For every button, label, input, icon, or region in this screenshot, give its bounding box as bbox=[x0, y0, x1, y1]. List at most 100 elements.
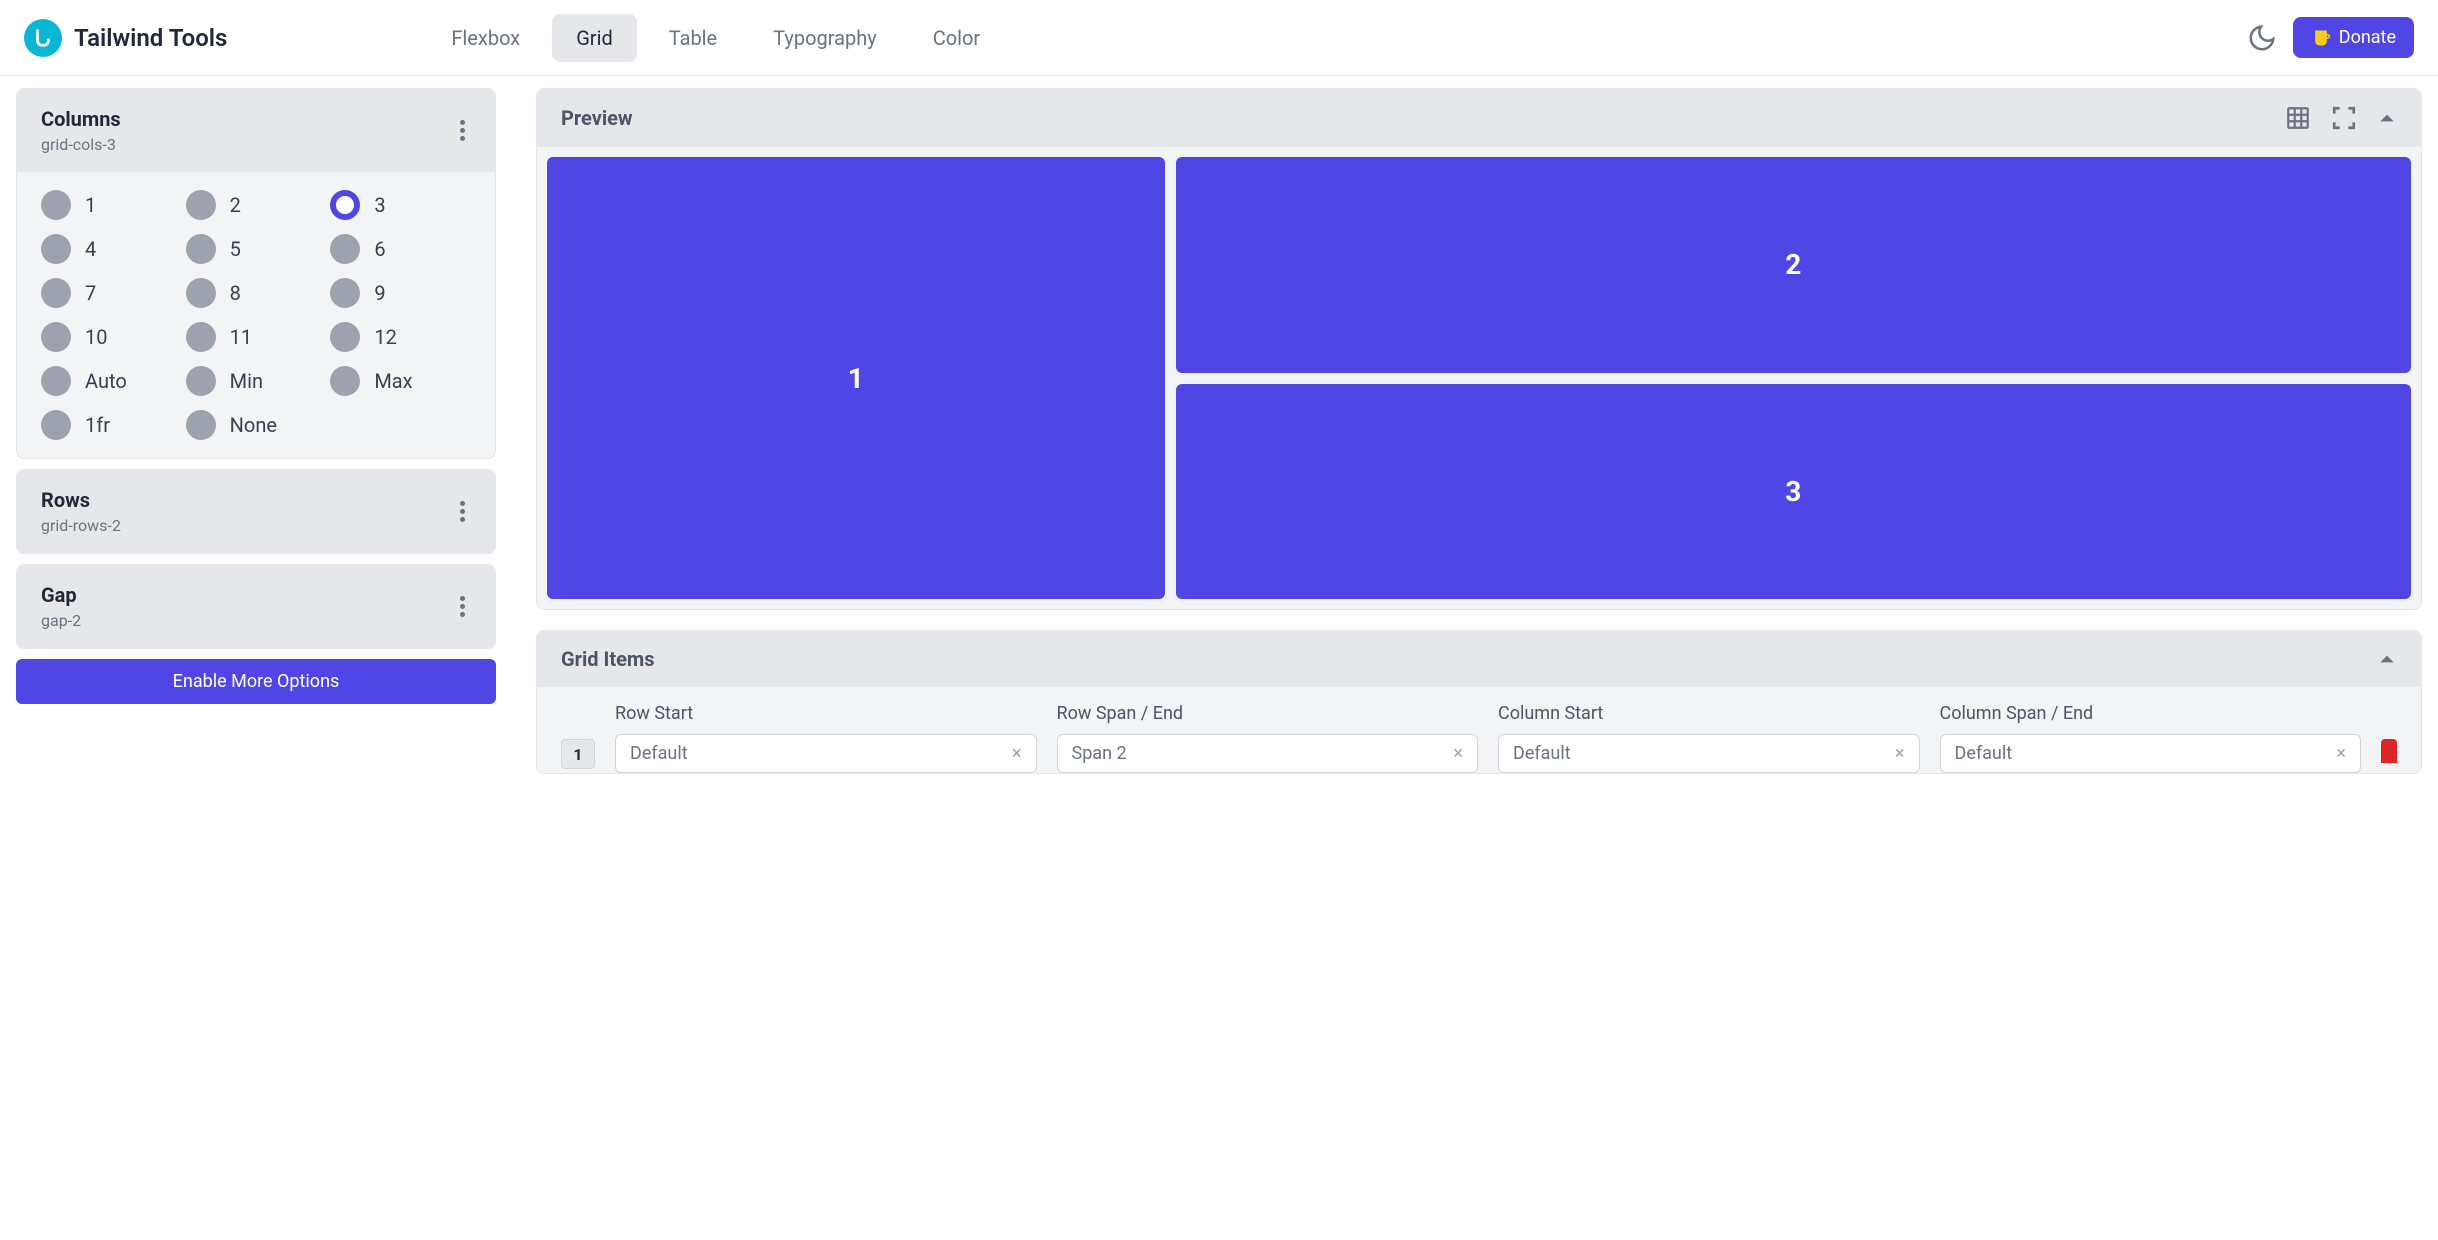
preview-grid: 1 2 3 bbox=[547, 157, 2411, 599]
preview-header: Preview bbox=[537, 89, 2421, 147]
clear-icon[interactable]: × bbox=[1012, 743, 1022, 764]
nav-color[interactable]: Color bbox=[909, 14, 1004, 62]
radio-circle bbox=[330, 234, 360, 264]
radio-circle bbox=[186, 410, 216, 440]
radio-label: 1 bbox=[85, 193, 96, 217]
radio-label: Auto bbox=[85, 369, 127, 393]
radio-col-7[interactable]: 7 bbox=[41, 278, 182, 308]
rows-panel: Rows grid-rows-2 bbox=[16, 469, 496, 554]
radio-label: 6 bbox=[374, 237, 385, 261]
columns-radio-grid: 1 2 3 4 5 6 7 8 9 10 11 12 Auto Min Max … bbox=[41, 190, 471, 440]
radio-label: 7 bbox=[85, 281, 96, 305]
sidebar: Columns grid-cols-3 1 2 3 4 5 6 7 8 9 10 bbox=[16, 88, 496, 774]
rows-header[interactable]: Rows grid-rows-2 bbox=[17, 470, 495, 553]
select-value: Default bbox=[630, 743, 688, 764]
radio-col-none[interactable]: None bbox=[186, 410, 327, 440]
radio-col-11[interactable]: 11 bbox=[186, 322, 327, 352]
item-number-badge: 1 bbox=[561, 739, 595, 769]
radio-col-2[interactable]: 2 bbox=[186, 190, 327, 220]
col-span-select[interactable]: Default × bbox=[1940, 734, 2362, 773]
radio-circle bbox=[41, 366, 71, 396]
gap-title: Gap bbox=[41, 583, 81, 607]
radio-col-auto[interactable]: Auto bbox=[41, 366, 182, 396]
donate-button[interactable]: Donate bbox=[2293, 17, 2414, 58]
row-start-label: Row Start bbox=[615, 703, 1037, 724]
radio-label: 1fr bbox=[85, 413, 110, 437]
app-title: Tailwind Tools bbox=[74, 24, 227, 52]
clear-icon[interactable]: × bbox=[1895, 743, 1905, 764]
radio-circle bbox=[41, 190, 71, 220]
radio-label: None bbox=[230, 413, 277, 437]
col-start-select[interactable]: Default × bbox=[1498, 734, 1920, 773]
app-header: Tailwind Tools Flexbox Grid Table Typogr… bbox=[0, 0, 2438, 76]
radio-label: 2 bbox=[230, 193, 241, 217]
radio-col-8[interactable]: 8 bbox=[186, 278, 327, 308]
collapse-icon[interactable] bbox=[2377, 649, 2397, 669]
clear-icon[interactable]: × bbox=[1453, 743, 1463, 764]
grid-items-body: 1 Row Start Default × Row Span / End Spa… bbox=[537, 687, 2421, 773]
logo-icon bbox=[24, 19, 62, 57]
grid-items-panel: Grid Items 1 Row Start Default × Row Spa… bbox=[536, 630, 2422, 774]
row-start-select[interactable]: Default × bbox=[615, 734, 1037, 773]
radio-circle bbox=[41, 322, 71, 352]
gap-title-group: Gap gap-2 bbox=[41, 583, 81, 630]
radio-col-min[interactable]: Min bbox=[186, 366, 327, 396]
content-area: Preview 1 2 3 Grid Items bbox=[536, 88, 2422, 774]
radio-col-10[interactable]: 10 bbox=[41, 322, 182, 352]
dark-mode-icon[interactable] bbox=[2247, 23, 2277, 53]
radio-circle bbox=[330, 322, 360, 352]
rows-title-group: Rows grid-rows-2 bbox=[41, 488, 121, 535]
radio-col-max[interactable]: Max bbox=[330, 366, 471, 396]
radio-col-9[interactable]: 9 bbox=[330, 278, 471, 308]
preview-body: 1 2 3 bbox=[537, 147, 2421, 609]
delete-item-button[interactable] bbox=[2381, 739, 2397, 763]
radio-col-12[interactable]: 12 bbox=[330, 322, 471, 352]
row-span-label: Row Span / End bbox=[1057, 703, 1479, 724]
radio-col-1fr[interactable]: 1fr bbox=[41, 410, 182, 440]
main-layout: Columns grid-cols-3 1 2 3 4 5 6 7 8 9 10 bbox=[0, 76, 2438, 774]
nav-flexbox[interactable]: Flexbox bbox=[427, 14, 544, 62]
radio-circle bbox=[330, 278, 360, 308]
radio-label: Max bbox=[374, 369, 412, 393]
radio-col-4[interactable]: 4 bbox=[41, 234, 182, 264]
fullscreen-icon[interactable] bbox=[2331, 105, 2357, 131]
radio-circle bbox=[330, 366, 360, 396]
preview-toolbar bbox=[2285, 105, 2397, 131]
nav-grid[interactable]: Grid bbox=[552, 14, 637, 62]
radio-circle bbox=[41, 278, 71, 308]
gap-subtitle: gap-2 bbox=[41, 611, 81, 630]
columns-body: 1 2 3 4 5 6 7 8 9 10 11 12 Auto Min Max … bbox=[17, 172, 495, 458]
main-nav: Flexbox Grid Table Typography Color bbox=[427, 14, 1004, 62]
collapse-icon[interactable] bbox=[2377, 108, 2397, 128]
preview-cell-3: 3 bbox=[1176, 384, 2411, 600]
donate-label: Donate bbox=[2339, 27, 2396, 48]
rows-subtitle: grid-rows-2 bbox=[41, 516, 121, 535]
preview-cell-1: 1 bbox=[547, 157, 1165, 599]
radio-col-1[interactable]: 1 bbox=[41, 190, 182, 220]
row-start-field: Row Start Default × bbox=[615, 703, 1037, 773]
columns-panel: Columns grid-cols-3 1 2 3 4 5 6 7 8 9 10 bbox=[16, 88, 496, 459]
row-span-select[interactable]: Span 2 × bbox=[1057, 734, 1479, 773]
logo-group[interactable]: Tailwind Tools bbox=[24, 19, 227, 57]
gap-panel: Gap gap-2 bbox=[16, 564, 496, 649]
gap-header[interactable]: Gap gap-2 bbox=[17, 565, 495, 648]
radio-circle bbox=[186, 366, 216, 396]
radio-label: 11 bbox=[230, 325, 252, 349]
rows-menu-icon[interactable] bbox=[454, 495, 471, 528]
columns-menu-icon[interactable] bbox=[454, 114, 471, 147]
grid-view-icon[interactable] bbox=[2285, 105, 2311, 131]
gap-menu-icon[interactable] bbox=[454, 590, 471, 623]
radio-col-5[interactable]: 5 bbox=[186, 234, 327, 264]
preview-cell-2: 2 bbox=[1176, 157, 2411, 373]
grid-item-row: 1 Row Start Default × Row Span / End Spa… bbox=[561, 703, 2397, 773]
columns-header[interactable]: Columns grid-cols-3 bbox=[17, 89, 495, 172]
select-value: Default bbox=[1513, 743, 1571, 764]
radio-col-6[interactable]: 6 bbox=[330, 234, 471, 264]
clear-icon[interactable]: × bbox=[2336, 743, 2346, 764]
nav-typography[interactable]: Typography bbox=[749, 14, 901, 62]
preview-panel: Preview 1 2 3 bbox=[536, 88, 2422, 610]
radio-label: 9 bbox=[374, 281, 385, 305]
nav-table[interactable]: Table bbox=[645, 14, 741, 62]
enable-more-button[interactable]: Enable More Options bbox=[16, 659, 496, 704]
radio-col-3[interactable]: 3 bbox=[330, 190, 471, 220]
